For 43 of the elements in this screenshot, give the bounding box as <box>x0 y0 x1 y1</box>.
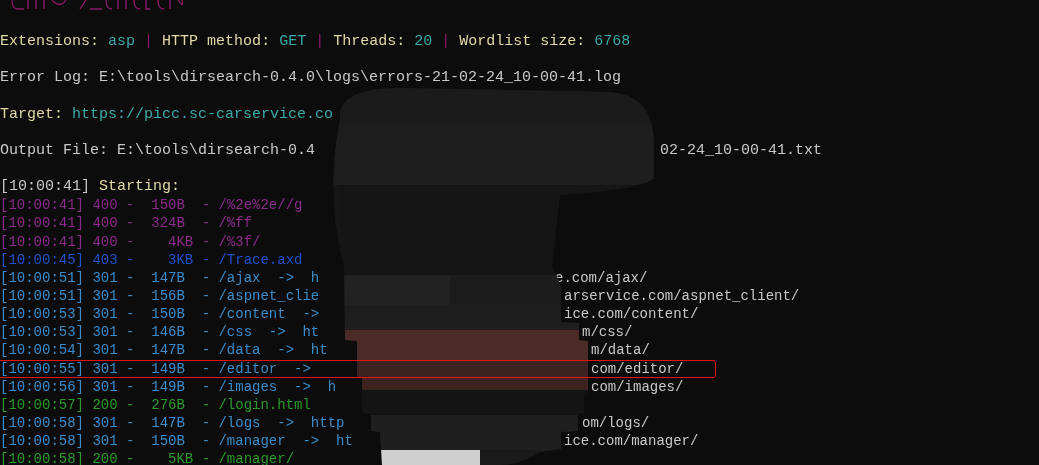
redirect-url: com/images/ <box>591 377 684 396</box>
log-line: [10:00:58] 301 - 150B - /manager -> ht <box>0 433 353 450</box>
config-value: asp <box>108 33 136 50</box>
log-line: [10:00:57] 200 - 276B - /login.html <box>0 396 311 413</box>
timestamp: [10:00:41] <box>0 178 90 196</box>
config-value: 20 <box>414 33 433 50</box>
config-label: Threads: <box>333 33 406 50</box>
output-file-path: E:\tools\dirsearch-0.4 <box>117 141 316 159</box>
redirect-url: ice.com/content/ <box>564 305 699 324</box>
log-line: [10:00:41] 400 - 150B - /%2e%2e//g <box>0 197 303 214</box>
pipe-char: | <box>441 33 451 50</box>
error-log-path: E:\tools\dirsearch-0.4.0\logs\errors-21-02-24_10-00-41.log <box>99 69 622 87</box>
log-line: [10:00:51] 301 - 156B - /aspnet_clie <box>0 287 320 304</box>
log-line: [10:00:58] 301 - 147B - /logs -> http <box>0 414 345 431</box>
config-label: Extensions: <box>0 33 100 50</box>
redirect-url: om/logs/ <box>582 413 650 433</box>
redirect-url: ice.com/manager/ <box>564 432 699 451</box>
log-line: [10:00:55] 301 - 149B - /editor -> <box>0 360 311 377</box>
redirect-url: m/css/ <box>582 323 633 342</box>
log-line: [10:00:53] 301 - 146B - /css -> ht <box>0 324 320 341</box>
log-line: [10:00:45] 403 - 3KB - /Trace.axd <box>0 251 303 268</box>
pipe-char: | <box>315 33 325 50</box>
config-label: Wordlist size: <box>459 33 586 50</box>
log-line: [10:00:41] 400 - 4KB - /%3f/ <box>0 233 261 250</box>
config-value: 6768 <box>594 33 631 50</box>
redirect-url: e.com/ajax/ <box>555 268 648 287</box>
config-value: GET <box>279 33 307 50</box>
log-line: [10:00:54] 301 - 147B - /data -> ht <box>0 342 328 359</box>
output-file-path: 02-24_10-00-41.txt <box>660 141 823 160</box>
log-line: [10:00:56] 301 - 149B - /images -> h <box>0 378 337 395</box>
redirect-url: m/data/ <box>591 341 650 360</box>
target-label: Target: <box>0 105 63 123</box>
redirect-url: arservice.com/aspnet_client/ <box>564 286 800 306</box>
status-message: Starting: <box>99 178 181 196</box>
config-label: HTTP method: <box>162 33 271 50</box>
redirect-url: com/editor/ <box>591 359 684 378</box>
log-line: [10:00:53] 301 - 150B - /content -> <box>0 306 320 323</box>
log-line: [10:00:41] 400 - 324B - /%ff <box>0 215 253 232</box>
pipe-char: | <box>144 33 154 50</box>
target-url: https://picc.sc-carservice.co <box>72 105 334 123</box>
log-line: [10:00:51] 301 - 147B - /ajax -> h <box>0 269 320 286</box>
error-log-label: Error Log: <box>0 69 90 87</box>
output-file-label: Output File: <box>0 141 109 159</box>
